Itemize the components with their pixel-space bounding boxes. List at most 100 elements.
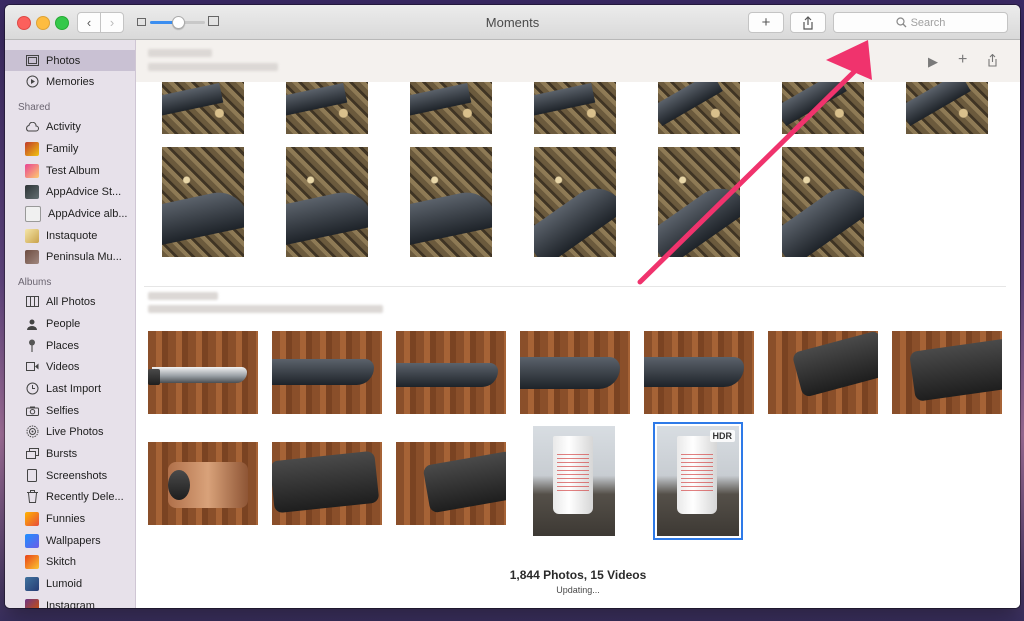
- photo-thumbnail[interactable]: [148, 442, 258, 525]
- photo-thumbnail-selected[interactable]: HDR: [653, 422, 743, 540]
- moment-header: ▶ +: [136, 40, 1020, 82]
- photo-thumbnail[interactable]: [658, 82, 740, 134]
- photo-thumbnail[interactable]: [162, 82, 244, 134]
- shared-album-thumbnail: [25, 205, 41, 222]
- sidebar-item-wallpapers[interactable]: Wallpapers: [5, 530, 135, 551]
- album-thumbnail: [25, 533, 39, 548]
- sidebar-item-label: AppAdvice alb...: [48, 207, 128, 220]
- photo-thumbnail[interactable]: [906, 82, 988, 134]
- sidebar-item-label: Funnies: [46, 512, 86, 525]
- all-photos-icon: [25, 295, 39, 309]
- photo-thumbnail[interactable]: [644, 331, 754, 414]
- photo-thumbnail[interactable]: [272, 442, 382, 525]
- sidebar-item-test-album[interactable]: Test Album: [5, 160, 135, 181]
- sidebar-item-lumoid[interactable]: Lumoid: [5, 573, 135, 594]
- sidebar-item-screenshots[interactable]: Screenshots: [5, 465, 135, 486]
- places-pin-icon: [25, 339, 39, 353]
- sidebar-item-bursts[interactable]: Bursts: [5, 443, 135, 464]
- photo-thumbnail[interactable]: [782, 147, 864, 257]
- sidebar-item-places[interactable]: Places: [5, 335, 135, 356]
- sidebar-item-instagram[interactable]: Instagram: [5, 595, 135, 608]
- photo-thumbnail[interactable]: [286, 82, 368, 134]
- photo-thumbnail[interactable]: [148, 331, 258, 414]
- photo-thumbnail[interactable]: [782, 82, 864, 134]
- moment-title-blurred: [148, 292, 218, 300]
- sidebar-item-label: Bursts: [46, 447, 78, 460]
- search-field[interactable]: Search: [833, 12, 1008, 33]
- photo-thumbnail[interactable]: [410, 82, 492, 134]
- live-photos-icon: [25, 425, 39, 439]
- sidebar-item-instaquote[interactable]: Instaquote: [5, 225, 135, 246]
- sidebar-item-label: Places: [46, 339, 80, 352]
- album-thumbnail: [25, 576, 39, 591]
- add-button[interactable]: +: [748, 12, 784, 33]
- shared-album-thumbnail: [25, 249, 39, 264]
- photos-window: ‹ › Moments + Search Photos Memories Sha…: [5, 5, 1020, 608]
- section-divider: [144, 286, 1006, 287]
- photo-thumbnail[interactable]: [286, 147, 368, 257]
- photo-thumbnail[interactable]: [520, 331, 630, 414]
- photo-thumbnail[interactable]: [410, 147, 492, 257]
- sidebar-item-family[interactable]: Family: [5, 138, 135, 159]
- hdr-badge: HDR: [709, 430, 735, 442]
- share-button[interactable]: [790, 12, 826, 33]
- sidebar-item-skitch[interactable]: Skitch: [5, 551, 135, 572]
- sidebar-item-label: Memories: [46, 75, 95, 88]
- album-thumbnail: [25, 598, 39, 608]
- sidebar-item-label: Instaquote: [46, 229, 98, 242]
- albums-section-heading: Albums: [18, 277, 52, 288]
- sidebar-item-people[interactable]: People: [5, 313, 135, 334]
- plus-icon: +: [761, 14, 771, 31]
- selfies-camera-icon: [25, 404, 39, 418]
- photo-thumbnail[interactable]: [396, 331, 506, 414]
- sidebar-item-funnies[interactable]: Funnies: [5, 508, 135, 529]
- sidebar-item-peninsula-mu[interactable]: Peninsula Mu...: [5, 246, 135, 267]
- activity-cloud-icon: [25, 120, 39, 134]
- add-to-album-icon[interactable]: +: [958, 51, 967, 69]
- photo-thumbnail[interactable]: [162, 147, 244, 257]
- sidebar-item-videos[interactable]: Videos: [5, 356, 135, 377]
- photo-thumbnail[interactable]: [534, 147, 616, 257]
- shared-album-thumbnail: [25, 228, 39, 243]
- sidebar-item-all-photos[interactable]: All Photos: [5, 291, 135, 312]
- moment-title-blurred: [148, 49, 212, 57]
- sidebar-item-label: Instagram: [46, 599, 95, 609]
- album-thumbnail: [25, 511, 39, 526]
- sidebar-item-label: Videos: [46, 360, 80, 373]
- sidebar-item-selfies[interactable]: Selfies: [5, 400, 135, 421]
- sidebar-item-label: Family: [46, 142, 79, 155]
- photo-thumbnail[interactable]: [892, 331, 1002, 414]
- sidebar-item-appadvice-alb[interactable]: AppAdvice alb...: [5, 203, 135, 224]
- videos-icon: [25, 360, 39, 374]
- trash-icon: [25, 490, 39, 504]
- photo-thumbnail[interactable]: [768, 331, 878, 414]
- photo-thumbnail[interactable]: [533, 426, 615, 536]
- share-moment-icon[interactable]: [987, 53, 998, 70]
- sidebar-item-live-photos[interactable]: Live Photos: [5, 421, 135, 442]
- sidebar-item-label: Test Album: [46, 164, 100, 177]
- sidebar-item-last-import[interactable]: Last Import: [5, 378, 135, 399]
- photo-thumbnail[interactable]: [658, 147, 740, 257]
- sidebar-item-label: Last Import: [46, 382, 102, 395]
- photo-thumbnail[interactable]: [534, 82, 616, 134]
- sidebar-item-memories[interactable]: Memories: [5, 71, 135, 92]
- last-import-icon: [25, 382, 39, 396]
- sidebar-item-label: Photos: [46, 54, 81, 67]
- sidebar-item-recently-deleted[interactable]: Recently Dele...: [5, 486, 135, 507]
- photo-thumbnail[interactable]: [272, 331, 382, 414]
- sidebar-item-label: AppAdvice St...: [46, 185, 122, 198]
- sidebar-item-photos[interactable]: Photos: [5, 50, 135, 71]
- sidebar-item-appadvice-st[interactable]: AppAdvice St...: [5, 181, 135, 202]
- sidebar-item-label: Skitch: [46, 555, 76, 568]
- search-placeholder: Search: [910, 16, 946, 29]
- photo-thumbnail[interactable]: [396, 442, 506, 525]
- library-count: 1,844 Photos, 15 Videos: [509, 568, 647, 582]
- shared-section-heading: Shared: [18, 102, 51, 113]
- screenshots-icon: [25, 469, 39, 483]
- moment-subtitle-blurred: [148, 63, 278, 71]
- play-slideshow-icon[interactable]: ▶: [928, 54, 938, 70]
- sidebar-item-activity[interactable]: Activity: [5, 116, 135, 137]
- album-thumbnail: [25, 554, 39, 569]
- title-bar: ‹ › Moments + Search: [5, 5, 1020, 40]
- sidebar-item-label: Activity: [46, 120, 81, 133]
